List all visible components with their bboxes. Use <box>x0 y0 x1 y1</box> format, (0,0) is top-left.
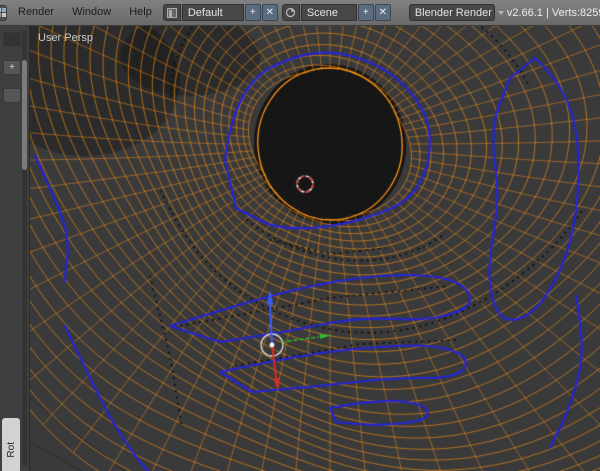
operator-panel-label: Rot <box>5 442 17 458</box>
blender-window: Render Window Help Default + ✕ Scene + ✕ <box>0 0 600 471</box>
scene-add-button[interactable]: + <box>357 4 374 21</box>
scene-browse-icon[interactable] <box>281 4 300 21</box>
tool-shelf: + Rot <box>0 26 30 471</box>
engine-value: Blender Render <box>414 6 492 19</box>
menu-help[interactable]: Help <box>122 0 159 25</box>
toolshelf-tool-button[interactable] <box>3 88 21 103</box>
scene-field[interactable]: Scene <box>300 4 357 21</box>
toolshelf-scroll-thumb[interactable] <box>22 60 27 170</box>
view-mode-label: User Persp <box>38 32 94 44</box>
layout-field[interactable]: Default <box>181 4 244 21</box>
scene-remove-button[interactable]: ✕ <box>374 4 391 21</box>
layout-add-button[interactable]: + <box>244 4 261 21</box>
toolshelf-collapse-button[interactable] <box>3 32 21 47</box>
layout-browse-icon[interactable] <box>162 4 181 21</box>
render-engine-select[interactable]: Blender Render <box>408 4 504 21</box>
top-header: Render Window Help Default + ✕ Scene + ✕ <box>0 0 600 26</box>
layout-value: Default <box>187 6 223 19</box>
editor-type-icon[interactable] <box>0 4 7 21</box>
menu-render[interactable]: Render <box>11 0 61 25</box>
screen-layout-selector: Default + ✕ <box>162 4 278 21</box>
scene-icon <box>286 7 296 18</box>
stats-text: v2.66.1 | Verts:8259/8 <box>506 6 600 19</box>
scene-selector: Scene + ✕ <box>281 4 391 21</box>
layout-remove-button[interactable]: ✕ <box>261 4 278 21</box>
menu-window[interactable]: Window <box>65 0 118 25</box>
toolshelf-add-button[interactable]: + <box>3 60 21 75</box>
operator-panel-tab[interactable]: Rot <box>2 418 20 471</box>
viewport-canvas[interactable] <box>30 26 600 471</box>
scene-value: Scene <box>306 6 339 19</box>
viewport-3d: User Persp <box>30 26 600 471</box>
